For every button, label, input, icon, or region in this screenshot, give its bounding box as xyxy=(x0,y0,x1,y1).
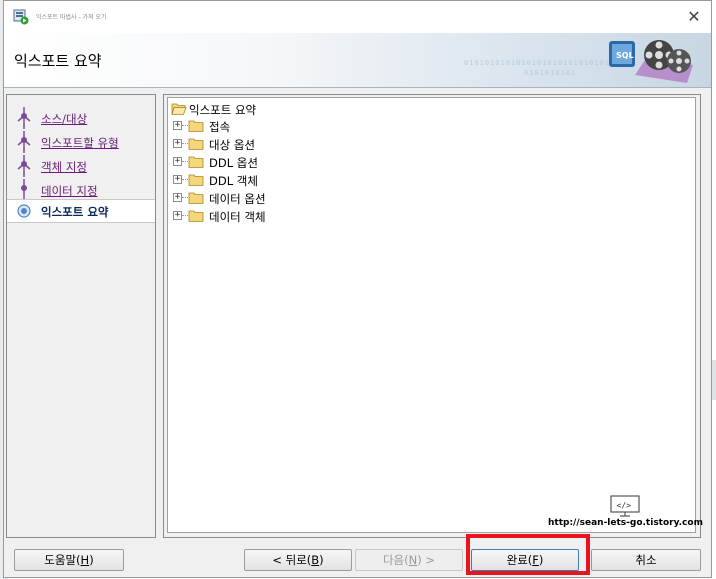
header-binary-decoration-2: 0101010101 xyxy=(524,69,577,77)
folder-icon xyxy=(188,174,204,186)
expand-icon[interactable]: + xyxy=(173,175,182,184)
export-wizard-dialog: 익스포트 마법사 - 가져 오기 ✕ 익스포트 요약 0101010101010… xyxy=(3,0,712,578)
back-button[interactable]: < 뒤로(B) xyxy=(244,549,352,571)
back-tail: ) xyxy=(319,553,324,567)
step-specify-objects[interactable]: 객체 지정 xyxy=(7,155,155,177)
wizard-header: 익스포트 요약 0101010101010101010101010101 010… xyxy=(4,33,711,88)
tree-item-target-options[interactable]: + 대상 옵션 xyxy=(173,136,473,152)
finish-highlight-box xyxy=(466,534,590,575)
step-source-target[interactable]: 소스/대상 xyxy=(7,107,155,129)
tree-item-label: 데이터 옵션 xyxy=(209,192,266,206)
tree-root-label: 익스포트 요약 xyxy=(189,103,257,117)
wizard-steps-panel: 소스/대상 익스포트할 유형 객체 지정 데이터 지정 익스포트 요약 xyxy=(6,94,156,538)
step-label: 데이터 지정 xyxy=(41,184,98,198)
code-icon-label: </> xyxy=(617,501,632,510)
folder-icon xyxy=(188,120,204,132)
folder-icon xyxy=(188,156,204,168)
window-title: 익스포트 마법사 - 가져 오기 xyxy=(36,14,107,21)
sql-graphic-label: SQL xyxy=(616,51,634,60)
cancel-button-label: 취소 xyxy=(635,553,657,567)
folder-icon xyxy=(188,192,204,204)
back-mnemonic: B xyxy=(311,553,320,567)
step-specify-data[interactable]: 데이터 지정 xyxy=(7,179,155,201)
help-tail: ) xyxy=(89,553,94,567)
step-label: 익스포트할 유형 xyxy=(41,136,119,150)
tree-item-label: DDL 객체 xyxy=(209,174,258,188)
tree-item-label: 데이터 객체 xyxy=(209,210,266,224)
step-done-icon xyxy=(17,155,31,177)
tree-item-data-objects[interactable]: + 데이터 객체 xyxy=(173,208,473,224)
expand-icon[interactable]: + xyxy=(173,211,182,220)
tree-item-label: 접속 xyxy=(209,120,231,134)
expand-icon[interactable]: + xyxy=(173,139,182,148)
summary-panel: 익스포트 요약 + 접속 + 대상 옵션 + DDL 옵션 + DDL 객체 +… xyxy=(163,94,703,538)
step-done-icon xyxy=(17,131,31,153)
tree-item-data-options[interactable]: + 데이터 옵션 xyxy=(173,190,473,206)
tree-item-ddl-options[interactable]: + DDL 옵션 xyxy=(173,154,473,170)
next-mnemonic: N xyxy=(408,553,418,567)
step-label: 익스포트 요약 xyxy=(41,205,109,219)
step-label: 객체 지정 xyxy=(41,160,87,174)
folder-icon xyxy=(188,210,204,222)
code-monitor-icon: </> xyxy=(610,495,640,517)
step-done-icon xyxy=(21,179,27,201)
tree-item-label: DDL 옵션 xyxy=(209,156,258,170)
step-label: 소스/대상 xyxy=(41,112,88,126)
sql-film-reel-graphic: SQL xyxy=(609,40,693,83)
next-button[interactable]: 다음(N) > xyxy=(355,549,463,571)
next-tail: ) > xyxy=(417,553,436,567)
step-current-icon xyxy=(17,204,31,218)
back-button-label: < 뒤로( xyxy=(272,553,312,567)
folder-icon xyxy=(188,138,204,150)
step-done-icon xyxy=(17,107,31,129)
close-button[interactable]: ✕ xyxy=(683,7,705,27)
step-export-summary[interactable]: 익스포트 요약 xyxy=(7,199,155,223)
help-mnemonic: H xyxy=(80,553,90,567)
tree-item-ddl-objects[interactable]: + DDL 객체 xyxy=(173,172,473,188)
next-button-label: 다음( xyxy=(382,553,409,567)
step-export-type[interactable]: 익스포트할 유형 xyxy=(7,131,155,153)
expand-icon[interactable]: + xyxy=(173,193,182,202)
help-button[interactable]: 도움말(H) xyxy=(14,549,124,571)
watermark-url: http://sean-lets-go.tistory.com xyxy=(548,518,703,528)
page-title: 익스포트 요약 xyxy=(14,52,102,70)
cancel-button[interactable]: 취소 xyxy=(591,549,701,571)
expand-icon[interactable]: + xyxy=(173,121,182,130)
header-binary-decoration: 0101010101010101010101010101 xyxy=(464,59,611,67)
close-icon: ✕ xyxy=(687,7,701,26)
help-button-label: 도움말( xyxy=(44,553,81,567)
tree-item-connection[interactable]: + 접속 xyxy=(173,118,473,134)
folder-open-icon xyxy=(171,103,187,115)
tree-item-label: 대상 옵션 xyxy=(209,138,255,152)
title-bar: 익스포트 마법사 - 가져 오기 ✕ xyxy=(4,1,711,33)
summary-tree: 익스포트 요약 + 접속 + 대상 옵션 + DDL 옵션 + DDL 객체 +… xyxy=(167,97,703,533)
blog-watermark: </> http://sean-lets-go.tistory.com xyxy=(548,495,703,531)
expand-icon[interactable]: + xyxy=(173,157,182,166)
wizard-app-icon xyxy=(13,9,29,25)
